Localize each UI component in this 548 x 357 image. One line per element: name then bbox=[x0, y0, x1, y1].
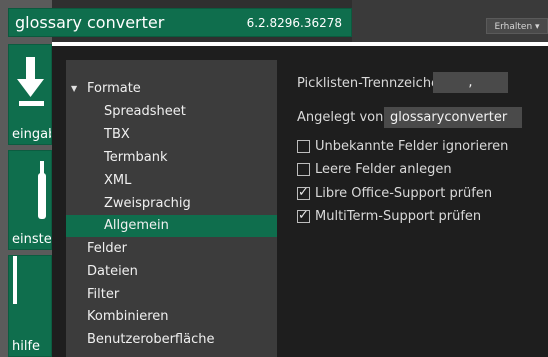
help-icon bbox=[13, 256, 17, 304]
created-by-input[interactable]: glossaryconverter bbox=[384, 107, 522, 128]
tree-item-label: Dateien bbox=[87, 264, 138, 279]
checkmark-icon: ✓ bbox=[298, 208, 309, 223]
tree-item-label: Zweisprachig bbox=[104, 196, 191, 211]
checkbox-empty-fields[interactable]: Leere Felder anlegen bbox=[297, 162, 452, 177]
checkbox-unknown-fields[interactable]: Unbekannte Felder ignorieren bbox=[297, 139, 508, 154]
tree-item-label: Filter bbox=[87, 287, 120, 302]
app-version: 6.2.8296.36278 bbox=[246, 15, 342, 30]
nav-tile-einstellungen[interactable]: einstellungen bbox=[8, 150, 52, 250]
nav-tile-eingabe[interactable]: eingabe bbox=[8, 44, 52, 145]
caret-down-icon[interactable]: ▼ bbox=[71, 78, 77, 100]
tree-item-label: XML bbox=[104, 173, 132, 188]
wrench-icon bbox=[38, 161, 46, 219]
checkbox-label: Leere Felder anlegen bbox=[315, 162, 452, 177]
tree-item-allgemein[interactable]: Allgemein bbox=[66, 215, 277, 237]
settings-dialog: ▼ Formate Spreadsheet TBX Termbank XML Z… bbox=[52, 46, 548, 357]
tree-item-label: TBX bbox=[104, 127, 130, 142]
tree-item-dateien[interactable]: Dateien bbox=[66, 261, 277, 283]
erhalten-dropdown[interactable]: Erhalten ▾ bbox=[486, 18, 548, 34]
app-title-bar: glossary converter 6.2.8296.36278 bbox=[8, 8, 352, 37]
checkbox-label: Libre Office-Support prüfen bbox=[315, 186, 493, 201]
app-title: glossary converter bbox=[15, 13, 165, 32]
tree-item-termbank[interactable]: Termbank bbox=[66, 147, 277, 169]
checkbox-multiterm[interactable]: ✓ MultiTerm-Support prüfen bbox=[297, 208, 482, 224]
tree-item-felder[interactable]: Felder bbox=[66, 238, 277, 260]
checkbox-label: Unbekannte Felder ignorieren bbox=[315, 139, 509, 154]
checkmark-icon: ✓ bbox=[298, 185, 309, 200]
tree-item-kombinieren[interactable]: Kombinieren bbox=[66, 306, 277, 328]
tree-item-benutzeroberflaeche[interactable]: Benutzeroberfläche bbox=[66, 329, 277, 351]
checkbox-box[interactable]: ✓ bbox=[297, 185, 310, 200]
picklist-separator-input[interactable]: , bbox=[433, 72, 508, 93]
tree-item-filter[interactable]: Filter bbox=[66, 284, 277, 306]
tree-item-label: Allgemein bbox=[104, 218, 169, 233]
tree-item-label: Formate bbox=[87, 81, 141, 96]
nav-tile-hilfe[interactable]: hilfe bbox=[8, 255, 52, 357]
tree-item-label: Kombinieren bbox=[87, 309, 169, 324]
tree-item-spreadsheet[interactable]: Spreadsheet bbox=[66, 101, 277, 123]
tile-label-einstellungen: einstellungen bbox=[12, 232, 52, 247]
checkbox-box[interactable]: ✓ bbox=[297, 208, 310, 223]
checkbox-box[interactable] bbox=[297, 163, 310, 176]
tree-item-tbx[interactable]: TBX bbox=[66, 124, 277, 146]
tile-label-eingabe: eingabe bbox=[12, 127, 51, 142]
checkbox-libre-office[interactable]: ✓ Libre Office-Support prüfen bbox=[297, 185, 493, 201]
tree-item-label: Felder bbox=[87, 241, 127, 256]
tree-item-label: Benutzeroberfläche bbox=[87, 332, 215, 347]
picklist-separator-label: Picklisten-Trennzeichen bbox=[297, 76, 448, 91]
settings-tree: ▼ Formate Spreadsheet TBX Termbank XML Z… bbox=[66, 60, 277, 357]
tree-item-label: Termbank bbox=[104, 150, 168, 165]
tree-item-formate[interactable]: ▼ Formate bbox=[66, 78, 277, 100]
tree-item-zweisprachig[interactable]: Zweisprachig bbox=[66, 193, 277, 215]
tile-label-hilfe: hilfe bbox=[12, 339, 41, 354]
checkbox-box[interactable] bbox=[297, 140, 310, 153]
created-by-label: Angelegt von bbox=[297, 110, 384, 125]
download-arrow-icon bbox=[17, 57, 44, 106]
tree-item-label: Spreadsheet bbox=[104, 104, 186, 119]
tree-item-xml[interactable]: XML bbox=[66, 170, 277, 192]
checkbox-label: MultiTerm-Support prüfen bbox=[315, 209, 482, 224]
